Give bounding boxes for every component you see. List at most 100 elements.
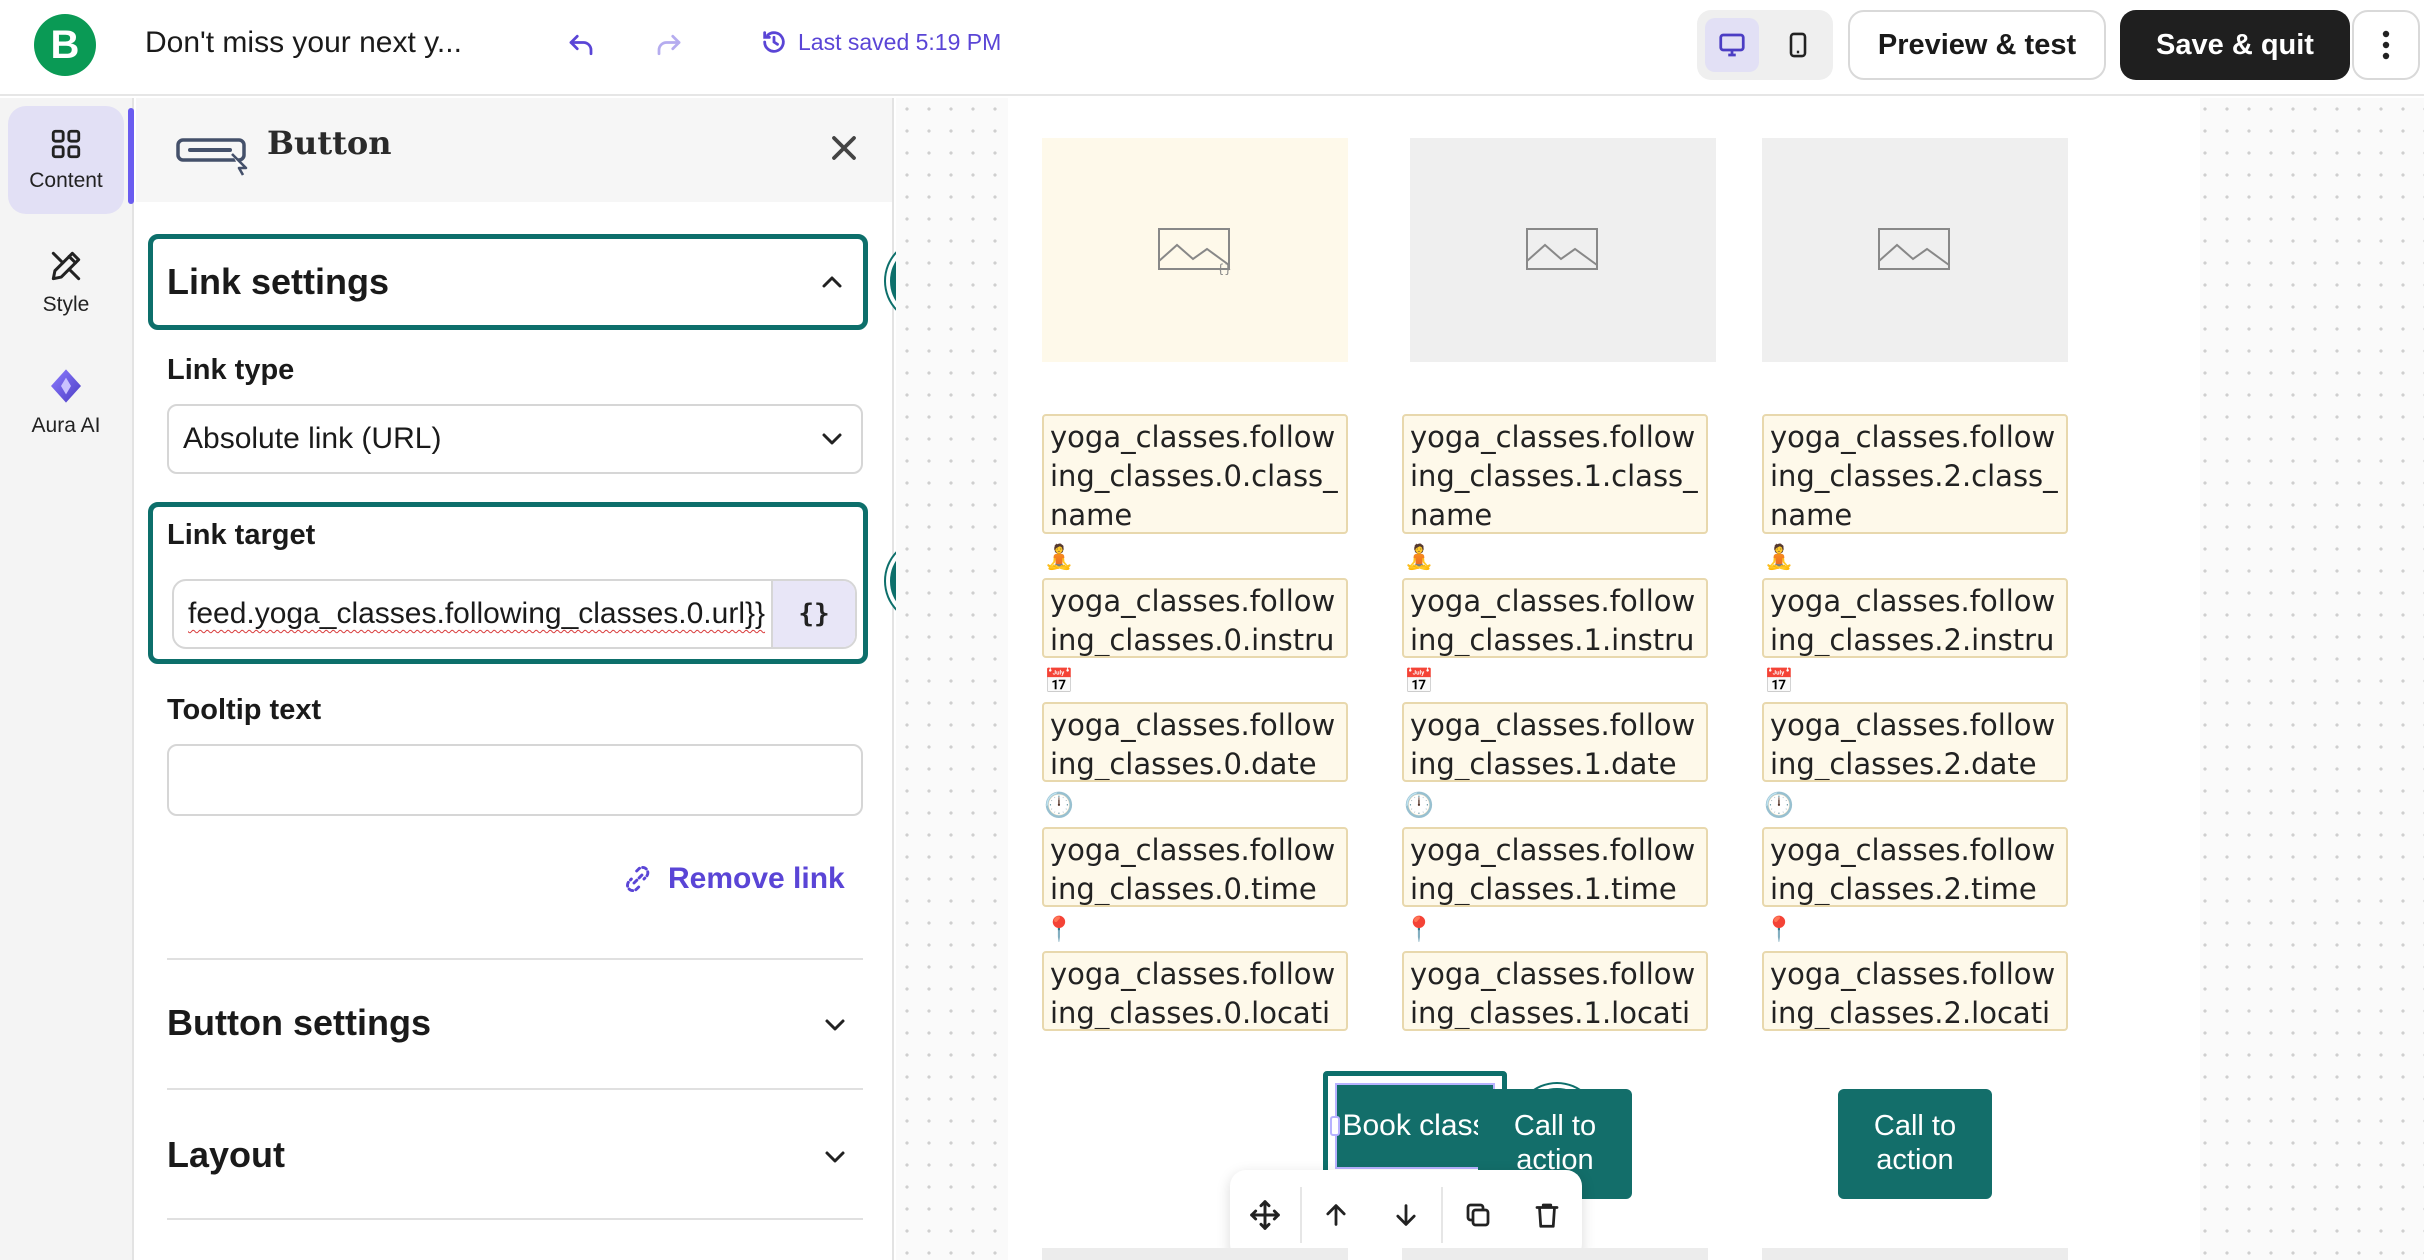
mobile-icon (1789, 32, 1807, 58)
yoga-emoji: 🧘 (1404, 544, 1434, 571)
history-icon (763, 31, 785, 53)
last-saved-text: Last saved 5:19 PM (798, 28, 1002, 55)
link-target-value: feed.yoga_classes.following_classes.0.ur… (188, 597, 766, 630)
undo-icon (569, 34, 593, 56)
chevron-down-icon (817, 424, 847, 454)
desktop-icon (1719, 33, 1745, 57)
link-target-input[interactable]: feed.yoga_classes.following_classes.0.ur… (172, 579, 857, 649)
desktop-view-button[interactable] (1705, 18, 1759, 72)
duplicate-icon (1466, 1203, 1489, 1227)
location-tag[interactable]: yoga_classes.following_classes.1.locatio… (1402, 951, 1708, 1031)
layout-title: Layout (167, 1134, 286, 1175)
rail-item-style[interactable]: Style (8, 228, 124, 336)
next-block-placeholder (1402, 1248, 1708, 1260)
yoga-emoji: 🧘 (1044, 544, 1074, 571)
email-body: {} yoga_classes.following_classes.0.clas… (1008, 98, 2200, 1260)
mobile-view-button[interactable] (1771, 18, 1825, 72)
top-bar: B Don't miss your next y... Last saved 5… (0, 0, 2424, 96)
chevron-down-icon (820, 1142, 850, 1172)
call-to-action-button[interactable]: Call to action (1838, 1089, 1992, 1199)
remove-link-button[interactable]: Remove link (622, 862, 845, 896)
time-tag[interactable]: yoga_classes.following_classes.2.time (1762, 827, 2068, 907)
clock-emoji: 🕛 (1404, 792, 1434, 819)
block-toolbar (1230, 1170, 1582, 1260)
rail-item-content[interactable]: Content (8, 106, 124, 214)
time-tag[interactable]: yoga_classes.following_classes.1.time (1402, 827, 1708, 907)
left-rail: Content Style Aura AI (0, 98, 134, 1260)
image-icon (1878, 228, 1950, 270)
class-name-tag[interactable]: yoga_classes.following_classes.2.class_n… (1762, 414, 2068, 534)
remove-link-label: Remove link (668, 862, 845, 895)
email-canvas[interactable]: {} yoga_classes.following_classes.0.clas… (896, 98, 2424, 1260)
insert-variable-button[interactable]: {} (771, 581, 855, 647)
duplicate-button[interactable] (1443, 1170, 1513, 1260)
brush-icon (51, 251, 81, 281)
brand-logo[interactable]: B (34, 14, 96, 76)
calendar-emoji: 📅 (1044, 668, 1074, 695)
undo-button[interactable] (558, 22, 604, 68)
date-tag[interactable]: yoga_classes.following_classes.2.date (1762, 702, 2068, 782)
pin-emoji: 📍 (1044, 916, 1074, 943)
more-options-button[interactable] (2352, 10, 2420, 80)
date-tag[interactable]: yoga_classes.following_classes.0.date (1042, 702, 1348, 782)
preview-test-button[interactable]: Preview & test (1848, 10, 2106, 80)
close-panel-button[interactable] (820, 124, 868, 172)
last-saved-status[interactable]: Last saved 5:19 PM (760, 28, 1001, 56)
unlink-icon (626, 865, 650, 893)
close-icon (832, 136, 856, 160)
tooltip-label: Tooltip text (167, 694, 322, 726)
location-tag[interactable]: yoga_classes.following_classes.0.locatio… (1042, 951, 1348, 1031)
image-icon: {} (1158, 228, 1231, 275)
move-up-button[interactable] (1302, 1170, 1372, 1260)
button-settings-section[interactable]: Button settings (136, 960, 892, 1088)
tooltip-input[interactable] (167, 744, 863, 816)
more-vertical-icon (2382, 30, 2390, 60)
chevron-down-icon (820, 1010, 850, 1040)
rail-item-aura-ai[interactable]: Aura AI (8, 348, 124, 456)
image-placeholder[interactable]: {} (1042, 138, 1348, 362)
divider (167, 1218, 863, 1220)
clock-emoji: 🕛 (1764, 792, 1794, 819)
button-block-icon (176, 132, 250, 181)
arrow-up-icon (1326, 1204, 1346, 1226)
chevron-up-icon (817, 267, 847, 297)
link-settings-title: Link settings (167, 261, 390, 302)
book-class-button[interactable]: Book class (1335, 1083, 1495, 1169)
next-block-placeholder (1042, 1248, 1348, 1260)
image-placeholder[interactable] (1410, 138, 1716, 362)
instructor-tag[interactable]: yoga_classes.following_classes.2.instruc… (1762, 578, 2068, 658)
rail-item-label: Style (42, 293, 90, 316)
rail-item-label: Aura AI (31, 414, 101, 437)
instructor-tag[interactable]: yoga_classes.following_classes.1.instruc… (1402, 578, 1708, 658)
document-title[interactable]: Don't miss your next y... (145, 26, 462, 60)
link-type-select[interactable]: Absolute link (URL) (167, 404, 863, 474)
image-placeholder[interactable] (1762, 138, 2068, 362)
date-tag[interactable]: yoga_classes.following_classes.1.date (1402, 702, 1708, 782)
delete-button[interactable] (1512, 1170, 1582, 1260)
trash-icon (1535, 1203, 1559, 1228)
time-tag[interactable]: yoga_classes.following_classes.0.time (1042, 827, 1348, 907)
sparkle-icon (51, 369, 81, 403)
save-quit-button[interactable]: Save & quit (2120, 10, 2350, 80)
instructor-tag[interactable]: yoga_classes.following_classes.0.instruc… (1042, 578, 1348, 658)
class-name-tag[interactable]: yoga_classes.following_classes.0.class_n… (1042, 414, 1348, 534)
move-down-button[interactable] (1371, 1170, 1441, 1260)
location-tag[interactable]: yoga_classes.following_classes.2.locatio… (1762, 951, 2068, 1031)
class-name-tag[interactable]: yoga_classes.following_classes.1.class_n… (1402, 414, 1708, 534)
next-block-placeholder (1762, 1248, 2068, 1260)
layout-section[interactable]: Layout (136, 1090, 892, 1218)
redo-icon (657, 34, 681, 56)
redo-button[interactable] (646, 22, 692, 68)
move-button[interactable] (1230, 1170, 1300, 1260)
grid-icon (51, 129, 81, 159)
link-type-label: Link type (167, 354, 295, 386)
pin-emoji: 📍 (1764, 916, 1794, 943)
link-settings-header[interactable]: Link settings (148, 234, 868, 330)
panel-header: Button (136, 98, 892, 202)
rail-active-indicator (128, 108, 134, 204)
link-type-value: Absolute link (URL) (183, 422, 442, 455)
resize-handle[interactable] (1330, 1116, 1340, 1136)
svg-text:{}: {} (1217, 262, 1231, 275)
properties-panel: Button Link settings 2 Link type Absolut… (136, 98, 968, 1260)
device-toggle (1697, 10, 1833, 80)
